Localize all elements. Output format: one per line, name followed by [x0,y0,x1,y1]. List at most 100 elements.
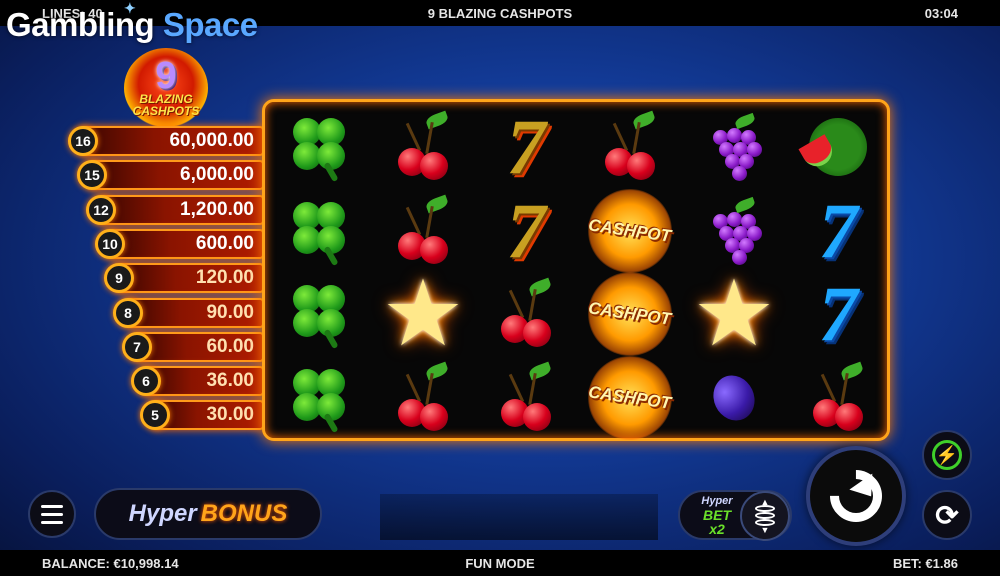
paytable-count-badge: 16 [68,126,98,156]
clover-symbol [284,196,354,266]
cashpot-symbol: CASHPOT [584,188,676,273]
bet-selector-button[interactable]: ▲ ▼ [740,491,790,541]
blue-seven-symbol: 7 [818,186,858,274]
paytable-count-badge: 12 [86,195,116,225]
cashpot-label: CASHPOT [587,381,673,413]
paytable-row: 16 60,000.00 [68,126,264,156]
clover-symbol [284,279,354,349]
hyper-bonus-button[interactable]: Hyper BONUS [94,488,322,540]
blue-seven-symbol: 7 [818,269,858,357]
clock: 03:04 [924,5,958,21]
reel-cell: ★ [371,262,475,365]
paytable-row: 7 60.00 [122,332,264,362]
bottom-bar: BALANCE: €10,998.14 FUN MODE BET: €1.86 [0,550,1000,576]
paytable-value: 6,000.00 [180,164,254,185]
cherry-symbol [491,361,561,433]
paytable-count-badge: 15 [77,160,107,190]
reel-cell [786,356,890,439]
message-strip [380,494,658,540]
reel-cell: ★ [682,262,786,365]
reel-cell [682,356,786,439]
watermark-word-2: Space [162,6,258,43]
reel-cell [682,189,786,272]
reel-cell: 7 [786,189,890,272]
paytable-value: 600.00 [195,233,254,254]
paytable-row: 10 600.00 [95,229,264,259]
paytable-count-badge: 6 [131,366,161,396]
paytable-value: 1,200.00 [180,199,254,220]
reel-cell [578,105,682,188]
autoplay-button[interactable]: ⟳ [922,490,972,540]
cherry-symbol [388,110,458,182]
paytable-count-badge: 8 [113,298,143,328]
reel-cell: CASHPOT [578,271,682,356]
reel-cell: CASHPOT [578,188,682,273]
paytable-value: 90.00 [206,302,254,323]
hyper-bonus-word-1: Hyper [128,500,197,527]
menu-button[interactable] [28,490,76,538]
lightning-icon: ⚡ [932,440,962,470]
hyper-bet-line-2: BET [703,507,731,523]
reel-cell [371,105,475,188]
reel-cell [267,272,371,355]
reel-cell [474,272,578,355]
logo-number: 9 [155,55,177,97]
reel-cell: 7 [786,272,890,355]
paytable-value: 60,000.00 [169,130,254,151]
balance-label: BALANCE: €10,998.14 [42,555,179,571]
paytable-value: 30.00 [206,404,254,425]
clover-symbol [284,112,354,182]
hyper-bet-line-1: Hyper [701,495,733,507]
grapes-symbol [699,112,769,182]
hamburger-icon [41,504,63,508]
paytable-value: 120.00 [195,267,254,288]
reel-cell [371,356,475,439]
star-symbol: ★ [692,262,776,365]
cherry-symbol [595,110,665,182]
gold-seven-symbol: 7 [506,102,546,190]
reel-cell: 7 [474,105,578,188]
logo-line-2: CASHPOTS [132,104,200,118]
paytable-row: 6 36.00 [131,366,264,396]
gold-seven-symbol: 7 [506,186,546,274]
paytable-count-badge: 9 [104,263,134,293]
cherry-symbol [803,361,873,433]
coin-stack-icon [755,505,775,527]
paytable-count-badge: 10 [95,229,125,259]
reel-cell [682,105,786,188]
reel-cell [267,356,371,439]
watermelon-symbol [798,112,873,182]
hamburger-icon [41,512,63,516]
reel-grid: 7 7 CASHPOT 7 ★ CASHPOT ★ 7 CASHPOT [262,99,890,441]
turbo-button[interactable]: ⚡ [922,430,972,480]
reel-cell [267,105,371,188]
sparkle-icon: ✦ [124,0,136,16]
hamburger-icon [41,520,63,524]
paytable-count-badge: 5 [140,400,170,430]
paytable-row: 5 30.00 [140,400,264,430]
game-logo: 9 BLAZING CASHPOTS [124,48,208,128]
paytable-row: 8 90.00 [113,298,264,328]
bet-label: BET: €1.86 [892,555,958,571]
grapes-symbol [699,196,769,266]
cherry-symbol [491,277,561,349]
autoplay-icon: ⟳ [935,499,959,531]
star-symbol: ★ [381,262,465,365]
reel-cell [786,105,890,188]
paytable-row: 9 120.00 [104,263,264,293]
hyper-bet-label: Hyper BET x2 [688,494,746,536]
cashpot-label: CASHPOT [587,214,673,246]
hyper-bonus-word-2: BONUS [200,500,288,527]
cashpot-symbol: CASHPOT [584,355,676,440]
hyper-bet-multiplier: x2 [709,521,725,537]
cashpot-symbol: CASHPOT [584,271,676,356]
paytable-row: 12 1,200.00 [86,195,264,225]
spin-button[interactable] [806,446,906,546]
cherry-symbol [388,361,458,433]
plum-symbol [699,363,769,433]
cherry-symbol [388,194,458,266]
paytable-value: 36.00 [206,370,254,391]
paytable-count-badge: 7 [122,332,152,362]
reel-cell [371,189,475,272]
site-watermark: Gambling Space ✦ [6,0,258,44]
